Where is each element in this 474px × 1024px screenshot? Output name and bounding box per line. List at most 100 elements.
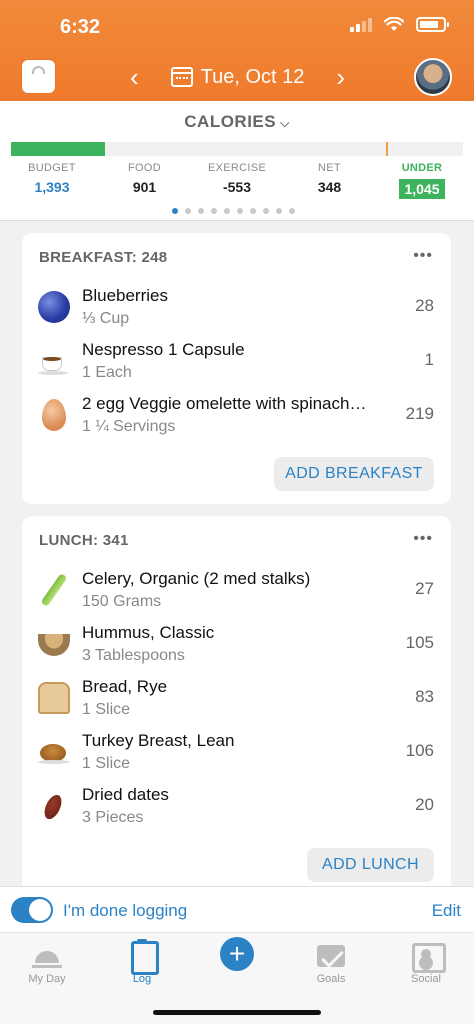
food-name: Celery, Organic (2 med stalks) [82, 569, 311, 588]
tab-label: Social [411, 973, 441, 985]
status-time: 6:32 [60, 16, 101, 38]
food-amount: 1 Each [82, 364, 132, 381]
calendar-icon [170, 67, 193, 87]
celery-icon [38, 574, 70, 606]
food-name: Nespresso 1 Capsule [82, 340, 245, 359]
stat-label: UNDER [401, 162, 443, 174]
meal-header: LUNCH: 341 [39, 532, 129, 549]
stat-under: UNDER 1,045 [381, 162, 463, 199]
signal-icon [350, 17, 372, 32]
page-dot [198, 208, 204, 214]
food-name: Turkey Breast, Lean [82, 731, 235, 750]
food-amount: 150 Grams [82, 593, 162, 610]
stat-label: BUDGET [28, 162, 76, 174]
stat-budget: BUDGET 1,393 [11, 162, 93, 199]
hummus-icon [38, 634, 70, 656]
stat-label: NET [318, 162, 341, 174]
add-lunch-button[interactable]: ADD LUNCH [307, 848, 434, 882]
stat-exercise: EXERCISE -553 [196, 162, 278, 199]
wifi-icon [384, 17, 404, 31]
edit-link[interactable]: Edit [432, 901, 461, 921]
battery-icon [416, 17, 449, 32]
calorie-stats: BUDGET 1,393 FOOD 901 EXERCISE -553 NET … [11, 162, 463, 199]
page-dot [263, 208, 269, 214]
done-logging-toggle[interactable] [11, 897, 53, 923]
next-day-button[interactable]: › [336, 64, 345, 90]
done-logging-bar: I'm done logging Edit [0, 886, 474, 932]
stat-food: FOOD 901 [104, 162, 186, 199]
page-dot [211, 208, 217, 214]
scale-icon[interactable] [22, 60, 55, 93]
food-amount: 1 ¼ Servings [82, 418, 176, 435]
page-dot [237, 208, 243, 214]
stat-label: EXERCISE [207, 162, 267, 174]
app-header: 6:32 ‹ Tue, Oct 12 › [0, 0, 474, 101]
food-row[interactable]: 2 egg Veggie omelette with spinach… 1 ¼ … [22, 389, 451, 443]
food-row[interactable]: Dried dates 3 Pieces 20 [22, 780, 451, 834]
bread-icon [38, 682, 70, 714]
tab-log[interactable]: Log [107, 939, 177, 985]
page-dot [172, 208, 178, 214]
stat-value: -553 [222, 179, 252, 195]
goals-icon [314, 939, 348, 971]
done-logging-label: I'm done logging [63, 901, 188, 920]
stat-value: 901 [132, 179, 157, 195]
calorie-progress-bar [11, 142, 463, 156]
food-name: Dried dates [82, 785, 169, 804]
food-name: Hummus, Classic [82, 623, 215, 642]
food-amount: 3 Pieces [82, 809, 144, 826]
more-options-icon[interactable]: ••• [413, 530, 433, 548]
food-row[interactable]: Bread, Rye 1 Slice 83 [22, 672, 451, 726]
food-name: Bread, Rye [82, 677, 168, 696]
more-options-icon[interactable]: ••• [413, 247, 433, 265]
home-indicator [153, 1010, 321, 1015]
prev-day-button[interactable]: ‹ [130, 64, 139, 90]
stat-value: 1,393 [34, 179, 70, 195]
clipboard-icon [125, 939, 159, 975]
avatar[interactable] [414, 58, 452, 96]
food-amount: ⅓ Cup [82, 310, 130, 327]
calorie-summary: CALORIES ⌵ BUDGET 1,393 FOOD 901 EXERCISE… [0, 101, 474, 221]
food-row[interactable]: Turkey Breast, Lean 1 Slice 106 [22, 726, 451, 780]
egg-icon [42, 399, 66, 431]
coffee-icon [38, 345, 70, 377]
turkey-icon [38, 736, 70, 768]
page-dot [276, 208, 282, 214]
date-navigator: ‹ Tue, Oct 12 › [130, 62, 345, 92]
chevron-down-icon: ⌵ [280, 116, 290, 130]
page-indicator[interactable] [172, 208, 295, 214]
meal-header: BREAKFAST: 248 [39, 249, 168, 266]
blueberry-icon [38, 291, 70, 323]
stat-value: 348 [317, 179, 342, 195]
tab-my-day[interactable]: My Day [12, 939, 82, 985]
tab-goals[interactable]: Goals [296, 939, 366, 985]
food-name: 2 egg Veggie omelette with spinach… [82, 394, 367, 413]
food-calories: 28 [415, 296, 434, 315]
social-icon [409, 939, 446, 973]
page-dot [185, 208, 191, 214]
stat-label: FOOD [128, 162, 161, 174]
tab-social[interactable]: Social [391, 939, 461, 985]
food-calories: 1 [424, 350, 434, 369]
toggle-knob [29, 899, 51, 921]
food-calories: 83 [415, 687, 434, 706]
tab-label: My Day [28, 973, 66, 985]
food-row[interactable]: Nespresso 1 Capsule 1 Each 1 [22, 335, 451, 389]
food-calories: 20 [415, 795, 434, 814]
current-date: Tue, Oct 12 [200, 65, 305, 88]
food-name: Blueberries [82, 286, 168, 305]
page-dot [250, 208, 256, 214]
summary-selector[interactable]: CALORIES ⌵ [0, 112, 474, 132]
add-plus-button[interactable]: + [220, 937, 254, 971]
food-calories: 105 [405, 633, 434, 652]
date-picker[interactable]: Tue, Oct 12 [170, 65, 305, 89]
meal-card-breakfast: BREAKFAST: 248 ••• Blueberries ⅓ Cup 28 … [22, 233, 451, 504]
food-row[interactable]: Celery, Organic (2 med stalks) 150 Grams… [22, 564, 451, 618]
food-row[interactable]: Blueberries ⅓ Cup 28 [22, 281, 451, 335]
progress-marker [386, 142, 388, 156]
food-row[interactable]: Hummus, Classic 3 Tablespoons 105 [22, 618, 451, 672]
progress-fill [11, 142, 105, 156]
dates-icon [38, 790, 70, 822]
add-breakfast-button[interactable]: ADD BREAKFAST [274, 457, 434, 491]
stat-value-badge: 1,045 [399, 179, 445, 199]
